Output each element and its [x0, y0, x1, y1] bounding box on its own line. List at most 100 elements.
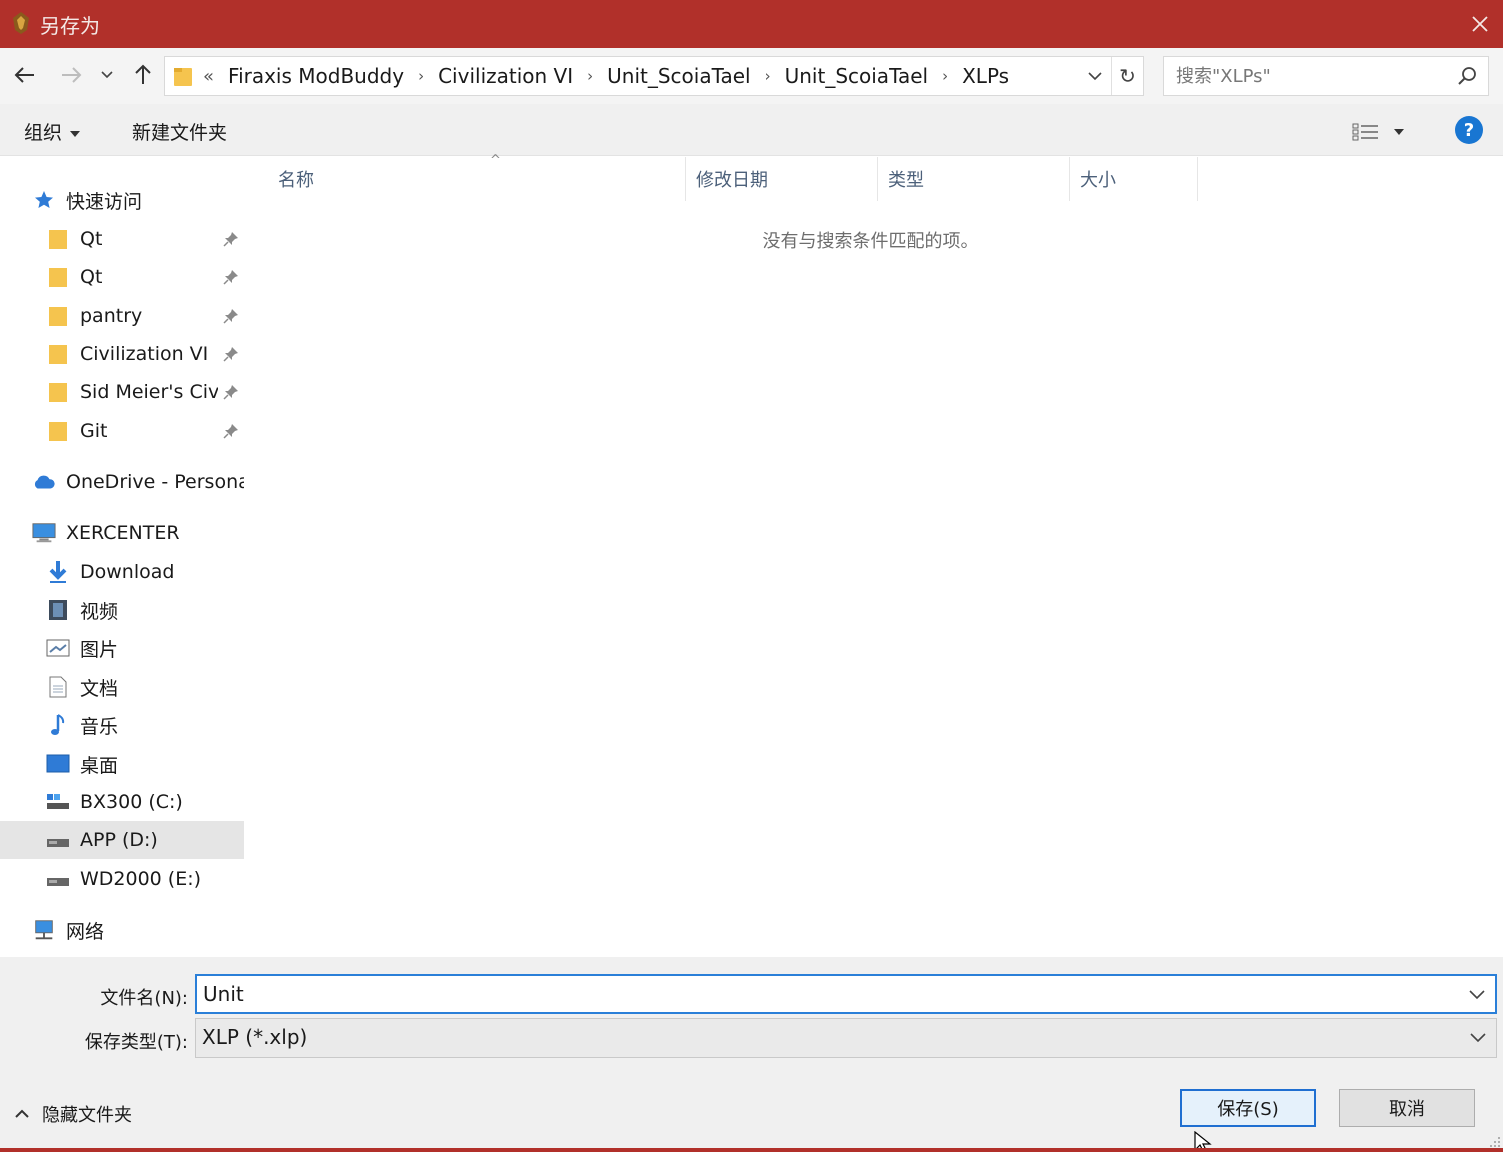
pin-icon[interactable]	[222, 383, 240, 401]
folder-icon	[46, 227, 70, 251]
drive-icon	[46, 828, 70, 852]
sidebar-item-desktop[interactable]: 桌面	[0, 745, 244, 783]
column-header-label: 类型	[888, 170, 924, 191]
sidebar-item-label: 桌面	[80, 754, 119, 777]
column-header-size[interactable]: 大小	[1070, 157, 1198, 201]
recent-locations-button[interactable]	[96, 60, 118, 90]
column-header-label: 名称	[278, 170, 314, 191]
breadcrumb-overflow[interactable]: «	[203, 66, 214, 87]
sidebar-item-label: pantry	[80, 305, 143, 327]
navigation-bar: « Firaxis ModBuddy › Civilization VI › U…	[0, 48, 1503, 104]
sort-ascending-icon: ^	[490, 153, 501, 168]
sidebar-item-label: XERCENTER	[66, 522, 180, 544]
chevron-down-icon[interactable]	[1468, 1027, 1488, 1047]
arrow-right-icon	[62, 67, 82, 83]
save-button[interactable]: 保存(S)	[1180, 1089, 1316, 1127]
folder-icon	[46, 304, 70, 328]
sidebar-item-download[interactable]: Download	[0, 553, 244, 591]
sidebar-item-git[interactable]: Git	[0, 412, 244, 450]
sidebar-item-label: 快速访问	[66, 190, 143, 213]
sidebar-item-documents[interactable]: 文档	[0, 668, 244, 706]
save-form: 文件名(N): Unit 保存类型(T): XLP (*.xlp) 隐藏文件夹 …	[0, 957, 1503, 1152]
app-icon	[13, 12, 29, 34]
sidebar-item-pantry[interactable]: pantry	[0, 297, 244, 335]
hide-folders-toggle[interactable]: 隐藏文件夹	[14, 1101, 132, 1127]
back-button[interactable]	[10, 60, 40, 90]
organize-menu[interactable]: 组织	[24, 118, 81, 145]
breadcrumb-item[interactable]: XLPs	[962, 64, 1009, 88]
sidebar-item-onedrive[interactable]: OneDrive - Personal	[0, 463, 244, 501]
sidebar-item-qt[interactable]: Qt	[0, 220, 244, 258]
address-dropdown-button[interactable]	[1081, 57, 1109, 95]
column-header-label: 大小	[1080, 170, 1116, 191]
chevron-down-icon[interactable]	[1467, 984, 1487, 1004]
breadcrumb-item[interactable]: Firaxis ModBuddy	[228, 64, 404, 88]
star-icon	[32, 188, 56, 212]
pin-icon[interactable]	[222, 268, 240, 286]
address-bar[interactable]: « Firaxis ModBuddy › Civilization VI › U…	[164, 56, 1144, 96]
sidebar-item-qt[interactable]: Qt	[0, 258, 244, 296]
up-button[interactable]	[128, 60, 158, 90]
filetype-select[interactable]: XLP (*.xlp)	[195, 1018, 1497, 1058]
column-header-date[interactable]: 修改日期	[686, 157, 878, 201]
sidebar-item-label: Git	[80, 420, 108, 442]
pin-icon[interactable]	[222, 230, 240, 248]
sidebar-item-civilization-vi[interactable]: Civilization VI	[0, 335, 244, 373]
sidebar-item-pictures[interactable]: 图片	[0, 629, 244, 667]
filename-combobox[interactable]: Unit	[195, 974, 1497, 1014]
resize-grip-icon[interactable]	[1487, 1134, 1501, 1148]
chevron-right-icon[interactable]: ›	[942, 67, 948, 85]
view-options-button[interactable]	[1352, 118, 1416, 146]
sidebar-item-drive-c[interactable]: BX300 (C:)	[0, 783, 244, 821]
sidebar-item-label: WD2000 (E:)	[80, 868, 202, 890]
close-button[interactable]	[1457, 0, 1503, 48]
sidebar-item-drive-d[interactable]: APP (D:)	[0, 821, 244, 859]
sidebar-item-this-pc[interactable]: XERCENTER	[0, 514, 244, 552]
details-view-icon	[1352, 123, 1378, 141]
breadcrumb-item[interactable]: Civilization VI	[438, 64, 573, 88]
pin-icon[interactable]	[222, 422, 240, 440]
folder-icon	[46, 380, 70, 404]
column-header-type[interactable]: 类型	[878, 157, 1070, 201]
sidebar-item-label: Civilization VI	[80, 343, 209, 365]
sidebar-item-label: BX300 (C:)	[80, 791, 183, 813]
breadcrumb-item[interactable]: Unit_ScoiaTael	[785, 64, 928, 88]
forward-button[interactable]	[56, 60, 86, 90]
breadcrumb-item[interactable]: Unit_ScoiaTael	[607, 64, 750, 88]
search-box[interactable]	[1163, 56, 1489, 96]
help-button[interactable]: ?	[1455, 116, 1483, 144]
new-folder-button[interactable]: 新建文件夹	[132, 118, 227, 145]
chevron-up-icon	[15, 1109, 29, 1118]
help-icon: ?	[1463, 119, 1475, 141]
music-note-icon	[46, 713, 70, 737]
download-icon	[46, 560, 70, 584]
sidebar-item-network[interactable]: 网络	[0, 911, 244, 949]
folder-icon	[46, 419, 70, 443]
search-icon[interactable]	[1456, 65, 1478, 87]
sidebar-item-quick-access[interactable]: 快速访问	[0, 181, 244, 219]
computer-icon	[32, 521, 56, 545]
pin-icon[interactable]	[222, 345, 240, 363]
sidebar-item-videos[interactable]: 视频	[0, 591, 244, 629]
sidebar-item-sid-meiers-civ[interactable]: Sid Meier's Civ	[0, 373, 244, 411]
hide-folders-label: 隐藏文件夹	[42, 1105, 132, 1126]
sidebar-item-label: 音乐	[80, 715, 119, 738]
sidebar-item-label: OneDrive - Personal	[66, 471, 244, 493]
filename-input[interactable]: Unit	[203, 982, 244, 1006]
pin-icon[interactable]	[222, 307, 240, 325]
column-header-name[interactable]: 名称 ^	[268, 153, 686, 201]
chevron-right-icon[interactable]: ›	[587, 67, 593, 85]
caret-down-icon	[70, 130, 81, 137]
sidebar-item-music[interactable]: 音乐	[0, 706, 244, 744]
organize-label: 组织	[24, 122, 63, 144]
chevron-right-icon[interactable]: ›	[418, 67, 424, 85]
cancel-button[interactable]: 取消	[1339, 1089, 1475, 1127]
file-list: 名称 ^ 修改日期 类型 大小 没有与搜索条件匹配的项。	[248, 153, 1503, 957]
refresh-button[interactable]: ↻	[1111, 57, 1143, 95]
sidebar-item-drive-e[interactable]: WD2000 (E:)	[0, 860, 244, 898]
search-input[interactable]	[1176, 64, 1446, 88]
breadcrumb: « Firaxis ModBuddy › Civilization VI › U…	[203, 57, 1009, 95]
window-title: 另存为	[40, 14, 100, 38]
title-bar: 另存为	[0, 0, 1503, 48]
chevron-right-icon[interactable]: ›	[765, 67, 771, 85]
